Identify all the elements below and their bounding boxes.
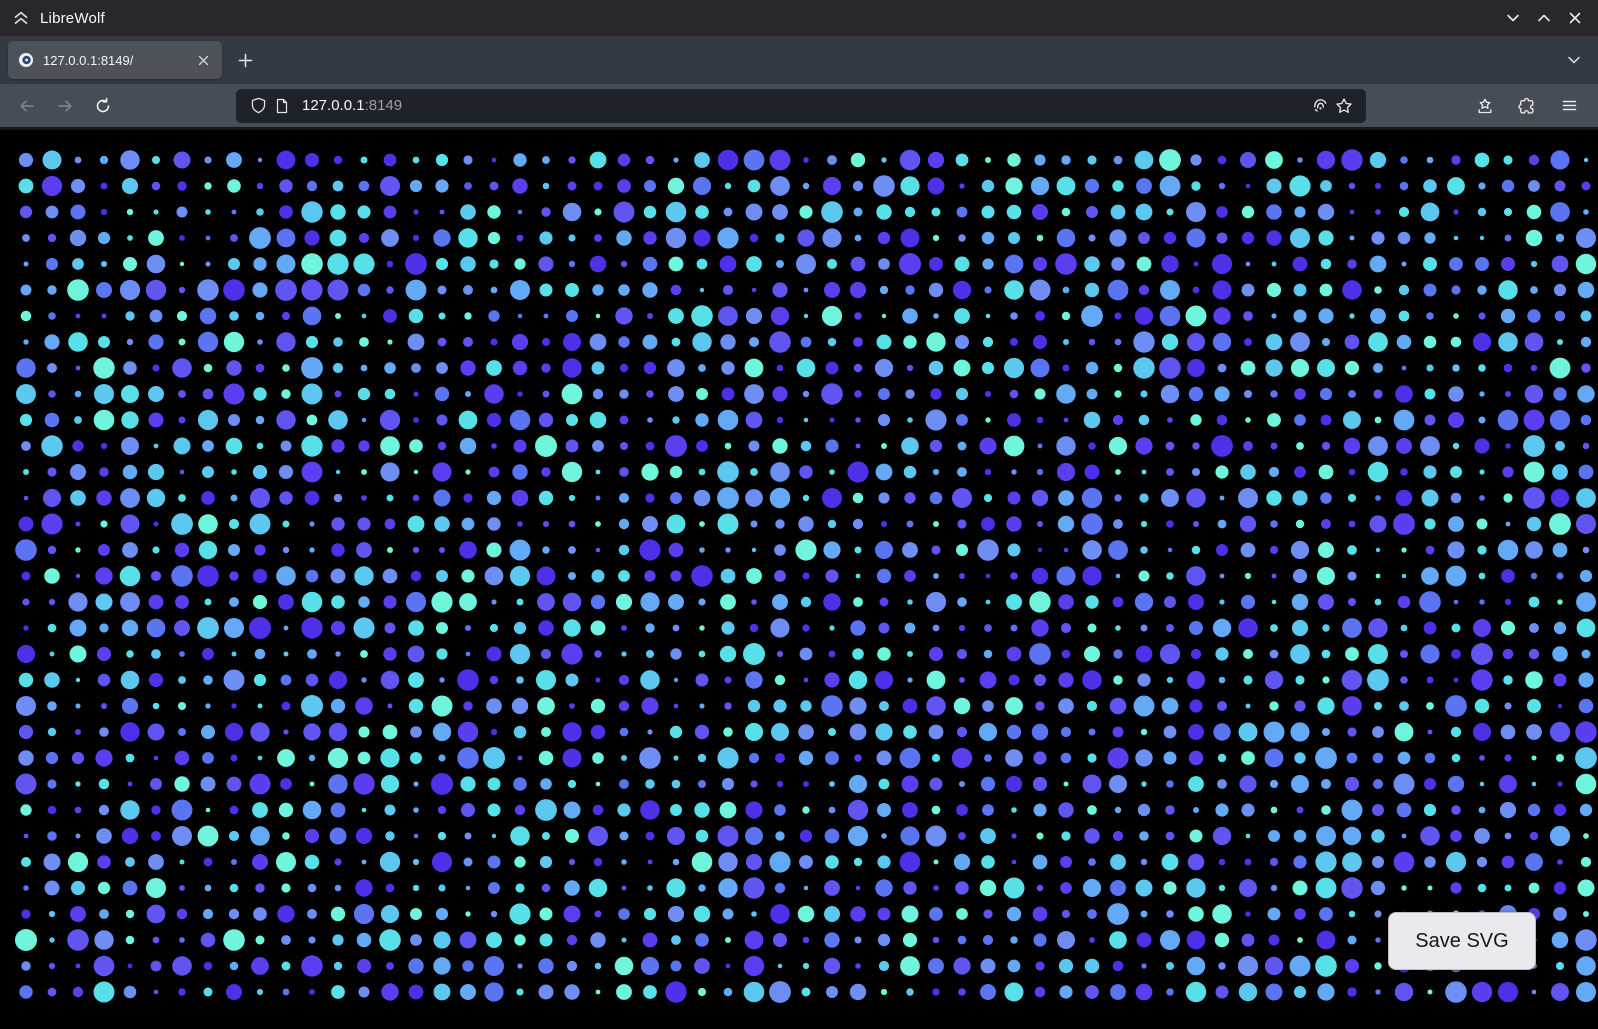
reload-button[interactable]	[88, 91, 118, 121]
url-bar[interactable]: 127.0.0.1:8149	[236, 89, 1366, 123]
page-content: Save SVG	[0, 130, 1598, 1026]
back-icon	[18, 97, 36, 115]
dot-grid-art	[0, 130, 1598, 1026]
menu-hamburger-icon	[1561, 97, 1578, 114]
minimize-button[interactable]	[1502, 7, 1524, 29]
reload-icon	[94, 97, 112, 115]
forward-icon	[56, 97, 74, 115]
url-text: 127.0.0.1:8149	[302, 97, 402, 114]
menu-button[interactable]	[1554, 91, 1584, 121]
collapse-chevrons-icon[interactable]	[12, 9, 30, 27]
maximize-icon	[1537, 11, 1551, 25]
tab-title: 127.0.0.1:8149/	[43, 53, 192, 68]
library-star-tray-icon	[1476, 97, 1494, 115]
browser-window: LibreWolf 127.0.0.1:8149/	[0, 0, 1598, 1029]
titlebar: LibreWolf	[0, 0, 1598, 36]
extensions-button[interactable]	[1512, 91, 1542, 121]
tab-favicon-icon	[18, 52, 34, 68]
extensions-puzzle-icon	[1518, 97, 1536, 115]
new-tab-button[interactable]	[230, 45, 260, 75]
shield-icon[interactable]	[246, 94, 270, 118]
window-controls	[1502, 7, 1588, 29]
tab-close-icon	[198, 55, 209, 66]
minimize-icon	[1506, 11, 1520, 25]
fingerprint-protection-icon[interactable]	[1308, 94, 1332, 118]
close-button[interactable]	[1564, 7, 1586, 29]
navigation-toolbar: 127.0.0.1:8149	[0, 84, 1598, 130]
forward-button[interactable]	[50, 91, 80, 121]
back-button[interactable]	[12, 91, 42, 121]
navbar-right-buttons	[1470, 91, 1590, 121]
url-port: :8149	[365, 97, 403, 114]
tab-active[interactable]: 127.0.0.1:8149/	[8, 41, 222, 79]
new-tab-icon	[238, 53, 253, 68]
window-title: LibreWolf	[40, 10, 105, 27]
maximize-button[interactable]	[1533, 7, 1555, 29]
list-all-tabs-icon	[1567, 53, 1581, 67]
tab-bar: 127.0.0.1:8149/	[0, 36, 1598, 84]
tab-close-button[interactable]	[192, 49, 214, 71]
list-all-tabs-button[interactable]	[1560, 46, 1588, 74]
bookmark-star-icon[interactable]	[1332, 94, 1356, 118]
library-button[interactable]	[1470, 91, 1500, 121]
url-host: 127.0.0.1	[302, 97, 365, 114]
close-icon	[1568, 11, 1582, 25]
save-svg-button[interactable]: Save SVG	[1388, 912, 1536, 970]
page-icon[interactable]	[270, 94, 294, 118]
